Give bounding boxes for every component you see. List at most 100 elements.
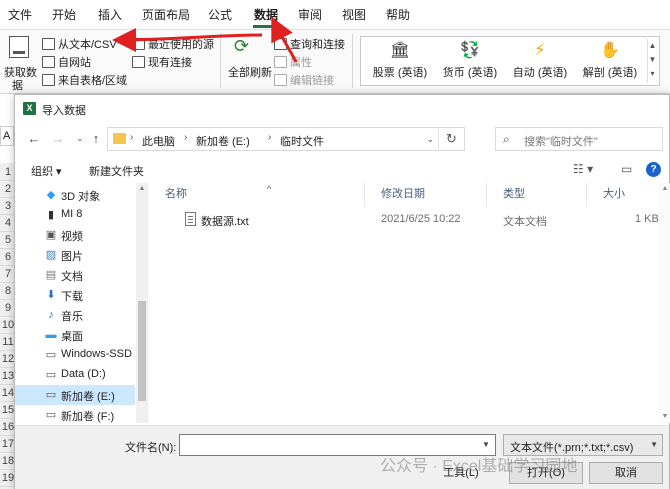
get-data-icon[interactable] (9, 36, 29, 58)
nav-item[interactable]: ▤ 文档 (15, 265, 135, 285)
up-arrow-icon[interactable]: ↑ (89, 131, 103, 147)
nav-item-label: 桌面 (61, 331, 83, 343)
nav-item[interactable]: ▭ Data (D:) (15, 365, 135, 385)
cancel-button[interactable]: 取消 (589, 462, 663, 484)
tab-insert[interactable]: 插入 (96, 0, 124, 30)
queries-connections-label: 查询和连接 (290, 39, 345, 51)
open-button[interactable]: 打开(O) (509, 462, 583, 484)
dialog-title: 导入数据 (42, 105, 86, 117)
refresh-all-button[interactable]: 全部刷新 (228, 64, 272, 80)
file-name-input[interactable]: ▼ (179, 434, 496, 456)
back-arrow-icon[interactable]: ← (27, 131, 41, 147)
tab-view[interactable]: 视图 (340, 0, 368, 30)
existing-connections-button[interactable]: 现有连接 (132, 54, 192, 70)
view-options-icon[interactable]: ☷ ▾ (573, 162, 593, 176)
nav-item[interactable]: ▭ Windows-SSD (15, 345, 135, 365)
nav-item[interactable]: ▨ 图片 (15, 245, 135, 265)
edit-links-label: 编辑链接 (290, 75, 334, 87)
from-text-csv-button[interactable]: 从文本/CSV (42, 36, 117, 52)
nav-item-label: 新加卷 (F:) (61, 411, 115, 423)
tab-file[interactable]: 文件 (6, 0, 34, 30)
help-icon[interactable]: ? (646, 162, 661, 177)
breadcrumb-this-pc[interactable]: 此电脑 (142, 133, 175, 149)
properties-label: 属性 (290, 57, 312, 69)
forward-arrow-icon[interactable]: → (51, 131, 65, 147)
existing-connections-label: 现有连接 (148, 57, 192, 69)
gallery-scroll[interactable]: ▲ ▼ ▾ (647, 39, 657, 83)
nav-item[interactable]: ▭ 新加卷 (E:) (15, 385, 135, 405)
chevron-down-icon[interactable]: ▼ (477, 435, 495, 455)
tab-formulas[interactable]: 公式 (206, 0, 234, 30)
column-name[interactable]: 名称 ^ (149, 183, 365, 207)
nav-item[interactable]: ⬇ 下载 (15, 285, 135, 305)
refresh-icon[interactable]: ↻ (438, 128, 464, 150)
search-box[interactable]: ⌕ 搜索"临时文件" (495, 127, 663, 151)
nav-item-label: 音乐 (61, 311, 83, 323)
tab-home[interactable]: 开始 (50, 0, 78, 30)
recent-sources-button[interactable]: 最近使用的源 (132, 36, 214, 52)
nav-item-label: 图片 (61, 251, 83, 263)
scroll-up-icon[interactable]: ▲ (136, 183, 147, 195)
brain-icon: ✋ (600, 42, 620, 59)
nav-item[interactable]: ♪ 音乐 (15, 305, 135, 325)
recent-locations-icon[interactable]: ⌄ (73, 131, 87, 147)
address-bar[interactable]: › 此电脑 › 新加卷 (E:) › 临时文件 ⌄ ↻ (107, 127, 465, 151)
file-type-select[interactable]: 文本文件(*.prn;*.txt;*.csv) ▼ (503, 434, 663, 456)
scroll-down-icon[interactable]: ▼ (659, 411, 670, 423)
search-icon: ⌕ (503, 132, 510, 146)
nav-item-label: Data (D:) (61, 368, 106, 380)
search-input[interactable]: 搜索"临时文件" (524, 133, 598, 149)
column-modified[interactable]: 修改日期 (365, 183, 487, 207)
refresh-all-icon[interactable]: ⟳ (234, 36, 249, 57)
name-box[interactable]: A (0, 126, 14, 146)
nav-item-label: 视频 (61, 231, 83, 243)
recent-sources-icon (132, 38, 145, 50)
nav-item[interactable]: ▭ 新加卷 (F:) (15, 405, 135, 423)
data-type-auto[interactable]: ⚡ 自动 (英语) (507, 39, 573, 85)
ribbon-tab-bar: 文件 开始 插入 页面布局 公式 数据 审阅 视图 帮助 (0, 0, 670, 30)
folder-icon (113, 133, 126, 144)
data-types-gallery: 🏛 股票 (英语) 💱 货币 (英语) ⚡ 自动 (英语) ✋ 解剖 (英语) … (360, 36, 660, 86)
ribbon-separator (352, 34, 353, 88)
desktop-icon: ▬ (45, 329, 57, 341)
edit-links-button[interactable]: 编辑链接 (274, 72, 334, 88)
breadcrumb-drive-e[interactable]: 新加卷 (E:) (196, 133, 250, 149)
column-size[interactable]: 大小 (587, 183, 661, 207)
dialog-footer: 文件名(N): ▼ 文本文件(*.prn;*.txt;*.csv) ▼ 工具(L… (15, 425, 669, 489)
file-list: 名称 ^ 修改日期 类型 大小 数据源.txt 2021/6/25 10:22 … (149, 183, 670, 423)
file-list-scrollbar[interactable]: ▲ ▼ (659, 183, 670, 423)
queries-connections-button[interactable]: 查询和连接 (274, 36, 345, 52)
file-row[interactable]: 数据源.txt 2021/6/25 10:22 文本文档 1 KB (149, 209, 661, 231)
document-icon: ▤ (45, 269, 57, 281)
nav-scrollbar[interactable]: ▲ (136, 183, 147, 423)
organize-button[interactable]: 组织 ▾ (31, 163, 62, 179)
nav-item-label: MI 8 (61, 208, 83, 220)
chevron-down-icon[interactable]: ⌄ (426, 134, 434, 145)
preview-pane-icon[interactable]: ▭ (621, 162, 632, 176)
data-type-stocks[interactable]: 🏛 股票 (英语) (367, 39, 433, 85)
drive-icon: ▭ (45, 409, 57, 421)
nav-scroll-thumb[interactable] (138, 301, 146, 401)
tools-button[interactable]: 工具(L) (431, 462, 491, 484)
nav-item[interactable]: ▬ 桌面 (15, 325, 135, 345)
queries-icon (274, 38, 287, 50)
scroll-up-icon[interactable]: ▲ (659, 183, 670, 195)
from-web-button[interactable]: 自网站 (42, 54, 91, 70)
import-data-dialog: X 导入数据 ← → ⌄ ↑ › 此电脑 › 新加卷 (E:) › 临时文件 ⌄… (14, 94, 670, 489)
properties-button[interactable]: 属性 (274, 54, 312, 70)
tab-page-layout[interactable]: 页面布局 (140, 0, 192, 30)
bolt-icon: ⚡ (534, 42, 546, 59)
from-table-button[interactable]: 来自表格/区域 (42, 72, 127, 88)
nav-item[interactable]: ▮ MI 8 (15, 205, 135, 225)
tab-data[interactable]: 数据 (251, 0, 281, 30)
breadcrumb-temp-folder[interactable]: 临时文件 (280, 133, 324, 149)
tab-help[interactable]: 帮助 (384, 0, 412, 30)
nav-item[interactable]: ◆ 3D 对象 (15, 185, 135, 205)
cube-icon: ◆ (46, 189, 56, 201)
data-type-anatomy[interactable]: ✋ 解剖 (英语) (577, 39, 643, 85)
nav-item[interactable]: ▣ 视频 (15, 225, 135, 245)
data-type-currency[interactable]: 💱 货币 (英语) (437, 39, 503, 85)
new-folder-button[interactable]: 新建文件夹 (89, 163, 144, 179)
tab-review[interactable]: 审阅 (296, 0, 324, 30)
column-type[interactable]: 类型 (487, 183, 587, 207)
